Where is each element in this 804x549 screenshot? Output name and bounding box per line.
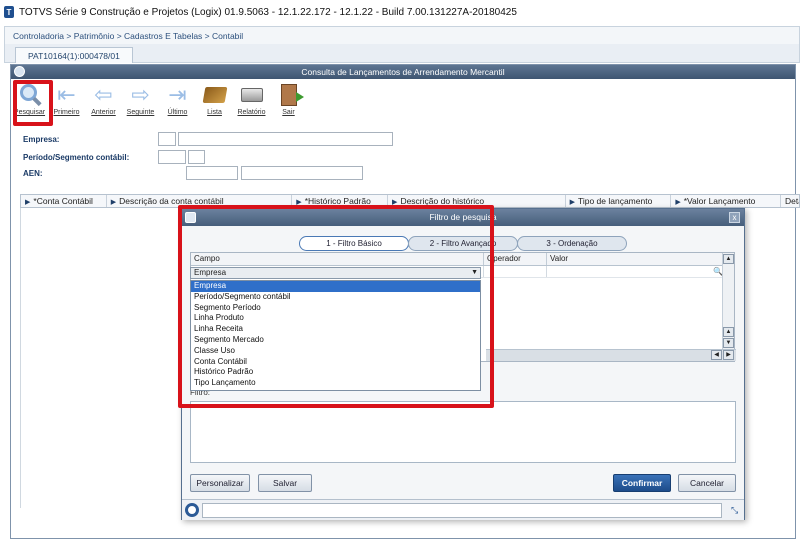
tab-strip: PAT10164(1):000478/01 [4,44,800,63]
scroll-down-icon[interactable]: ▼ [723,338,734,348]
horizontal-scrollbar[interactable]: ◀ ▶ [486,349,736,361]
last-button-label: Último [167,109,188,116]
empresa-label: Empresa: [23,135,60,144]
col-conta-contabil[interactable]: ▶ *Conta Contábil [21,195,107,207]
first-button[interactable]: ⇤ Primeiro [48,80,85,122]
list-button-label: Lista [207,109,222,116]
tab-ordering[interactable]: 3 - Ordenação [517,236,627,251]
previous-button[interactable]: ⇦ Anterior [85,80,122,122]
personalize-button[interactable]: Personalizar [190,474,250,492]
sort-arrow-icon: ▶ [110,199,117,206]
empresa-row: Empresa: [23,132,423,148]
status-message-field [202,503,722,518]
col-label: Deta [785,196,799,206]
first-arrow-icon: ⇤ [57,82,76,107]
filter-row-valor[interactable] [547,266,710,277]
previous-arrow-icon: ⇦ [94,82,113,107]
close-icon[interactable]: x [729,212,740,223]
book-icon [202,83,228,107]
save-button[interactable]: Salvar [258,474,312,492]
next-button[interactable]: ⇨ Seguinte [122,80,159,122]
aen-row: AEN: [23,166,423,182]
sort-arrow-icon: ▶ [675,199,681,206]
col-detalhe[interactable]: Deta [781,195,799,207]
status-ring-icon [185,503,199,517]
empresa-code-field[interactable] [158,132,176,146]
dialog-statusbar: ⤡ [182,499,744,520]
scroll-up-icon[interactable]: ▲ [723,254,734,264]
next-arrow-icon: ⇨ [131,82,150,107]
col-tipo-lancamento[interactable]: ▶ Tipo de lançamento [566,195,672,207]
vertical-scrollbar[interactable]: ▲ ▲ ▼ [722,253,734,349]
report-button-label: Relatório [237,109,266,116]
last-arrow-icon: ⇥ [168,82,187,107]
breadcrumb[interactable]: Controladoria > Patrimônio > Cadastros E… [4,26,800,44]
exit-button-label: Sair [282,109,295,116]
window-titlebar: T TOTVS Série 9 Construção e Projetos (L… [0,0,804,24]
exit-door-icon [276,83,304,107]
sort-arrow-icon: ▶ [25,199,31,206]
periodo-row: Período/Segmento contábil: [23,150,423,166]
col-valor-lancamento[interactable]: ▶ *Valor Lançamento [671,195,782,207]
header-valor: Valor [550,254,569,263]
col-label: *Valor Lançamento [683,196,756,206]
app-logo-icon: T [4,6,14,18]
lookup-search-icon[interactable]: 🔍 [710,266,723,277]
previous-button-label: Anterior [91,109,116,116]
scroll-track[interactable] [723,264,734,326]
aen-code-field[interactable] [186,166,238,180]
sort-arrow-icon: ▶ [569,199,575,206]
resize-arrow-icon[interactable]: ⤡ [731,505,741,515]
scroll-page-up-icon[interactable]: ▲ [723,327,734,337]
main-header: Consulta de Lançamentos de Arrendamento … [11,65,795,79]
list-button[interactable]: Lista [196,80,233,122]
window-title: TOTVS Série 9 Construção e Projetos (Log… [19,6,517,18]
program-icon [14,66,25,77]
search-highlight-box [13,80,53,126]
report-button[interactable]: Relatório [233,80,270,122]
cancel-button[interactable]: Cancelar [678,474,736,492]
aen-label: AEN: [23,169,43,178]
first-button-label: Primeiro [53,109,80,116]
exit-button[interactable]: Sair [270,80,307,122]
empresa-name-field[interactable] [178,132,393,146]
main-title: Consulta de Lançamentos de Arrendamento … [301,67,505,77]
periodo-field[interactable] [158,150,186,164]
next-button-label: Seguinte [126,109,155,116]
confirm-button[interactable]: Confirmar [613,474,671,492]
col-label: *Conta Contábil [33,196,93,206]
last-button[interactable]: ⇥ Último [159,80,196,122]
segmento-field[interactable] [188,150,205,164]
scroll-left-icon[interactable]: ◀ [711,350,722,360]
tab-program[interactable]: PAT10164(1):000478/01 [15,47,133,63]
periodo-label: Período/Segmento contábil: [23,153,130,162]
scroll-right-icon[interactable]: ▶ [723,350,734,360]
printer-icon [239,83,265,107]
filter-textarea[interactable] [190,401,736,463]
dropdown-highlight-box [178,205,494,408]
aen-desc-field[interactable] [241,166,363,180]
col-label: Tipo de lançamento [577,196,653,206]
toolbar: Pesquisar ⇤ Primeiro ⇦ Anterior ⇨ Seguin… [11,80,307,122]
